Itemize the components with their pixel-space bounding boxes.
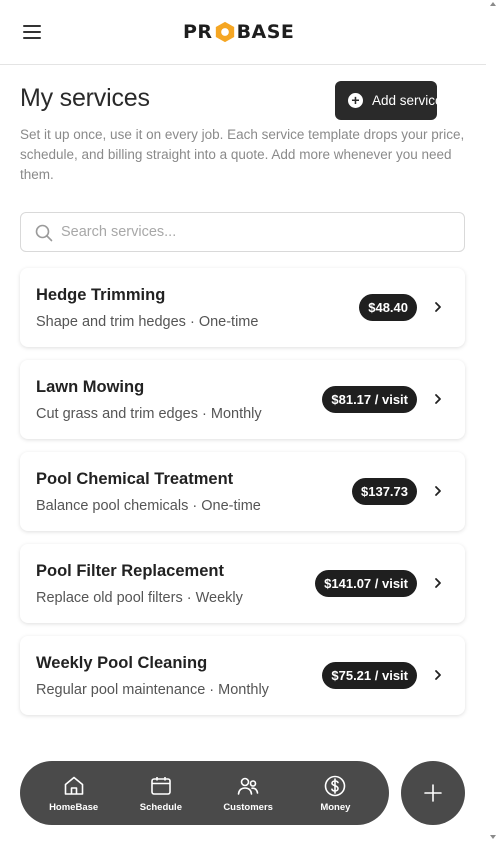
search-icon <box>35 224 53 242</box>
service-card[interactable]: Hedge Trimming Shape and trim hedges · O… <box>20 268 465 347</box>
search-box[interactable] <box>20 212 465 252</box>
scroll-down-arrow-icon[interactable] <box>490 835 496 839</box>
add-service-label: Add service <box>372 93 443 108</box>
hamburger-menu-icon[interactable] <box>20 20 44 44</box>
service-meta: Cut grass and trim edges · Monthly <box>36 406 262 422</box>
nav-item-schedule[interactable]: Schedule <box>121 774 201 813</box>
price-badge: $75.21 / visit <box>322 662 417 689</box>
bottom-nav: HomeBase Schedule Customers Money <box>20 761 389 825</box>
nav-label: Customers <box>223 801 273 813</box>
nav-item-homebase[interactable]: HomeBase <box>34 774 114 813</box>
service-name: Weekly Pool Cleaning <box>36 654 208 672</box>
plus-circle-icon: + <box>348 93 363 108</box>
chevron-right-icon <box>435 394 441 404</box>
service-card[interactable]: Weekly Pool Cleaning Regular pool mainte… <box>20 636 465 715</box>
nav-label: Money <box>320 801 351 813</box>
nav-label: HomeBase <box>49 801 99 813</box>
service-meta: Shape and trim hedges · One-time <box>36 314 259 330</box>
service-name: Pool Filter Replacement <box>36 562 224 580</box>
service-meta: Balance pool chemicals · One-time <box>36 498 261 514</box>
brand-logo[interactable]: PR BASE <box>183 20 294 44</box>
scroll-up-arrow-icon[interactable] <box>490 2 496 6</box>
logo-text-left: PR <box>183 21 213 43</box>
floating-add-button[interactable] <box>401 761 465 825</box>
plus-icon <box>424 784 442 802</box>
nav-label: Schedule <box>139 801 182 813</box>
chevron-right-icon <box>435 670 441 680</box>
scrollbar[interactable] <box>486 0 500 845</box>
users-icon <box>237 777 259 795</box>
chevron-right-icon <box>435 486 441 496</box>
service-name: Lawn Mowing <box>36 378 145 396</box>
service-name: Pool Chemical Treatment <box>36 470 234 488</box>
nav-item-customers[interactable]: Customers <box>208 774 288 813</box>
add-service-button[interactable]: + Add service <box>335 81 443 120</box>
chevron-right-icon <box>435 578 441 588</box>
nav-item-money[interactable]: Money <box>295 774 375 813</box>
page-description: Set it up once, use it on every job. Eac… <box>20 127 465 182</box>
service-card[interactable]: Pool Chemical Treatment Balance pool che… <box>20 452 465 531</box>
dollar-icon <box>325 775 346 796</box>
chevron-right-icon <box>435 302 441 312</box>
search-input[interactable] <box>61 213 456 251</box>
calendar-icon <box>151 776 171 795</box>
price-badge: $81.17 / visit <box>322 386 417 413</box>
service-meta: Replace old pool filters · Weekly <box>36 590 243 606</box>
hexagon-icon <box>215 21 234 43</box>
logo-text-right: BASE <box>236 21 295 43</box>
home-icon <box>64 776 83 795</box>
price-badge: $141.07 / visit <box>315 570 417 597</box>
price-badge: $137.73 <box>352 478 417 505</box>
service-card[interactable]: Pool Filter Replacement Replace old pool… <box>20 544 465 623</box>
app: PR BASE My services + Add service Set it… <box>0 0 486 845</box>
page-title: My services <box>20 84 150 112</box>
service-name: Hedge Trimming <box>36 286 166 304</box>
price-badge: $48.40 <box>359 294 417 321</box>
top-bar: PR BASE <box>0 0 486 65</box>
service-meta: Regular pool maintenance · Monthly <box>36 682 269 698</box>
service-card[interactable]: Lawn Mowing Cut grass and trim edges · M… <box>20 360 465 439</box>
